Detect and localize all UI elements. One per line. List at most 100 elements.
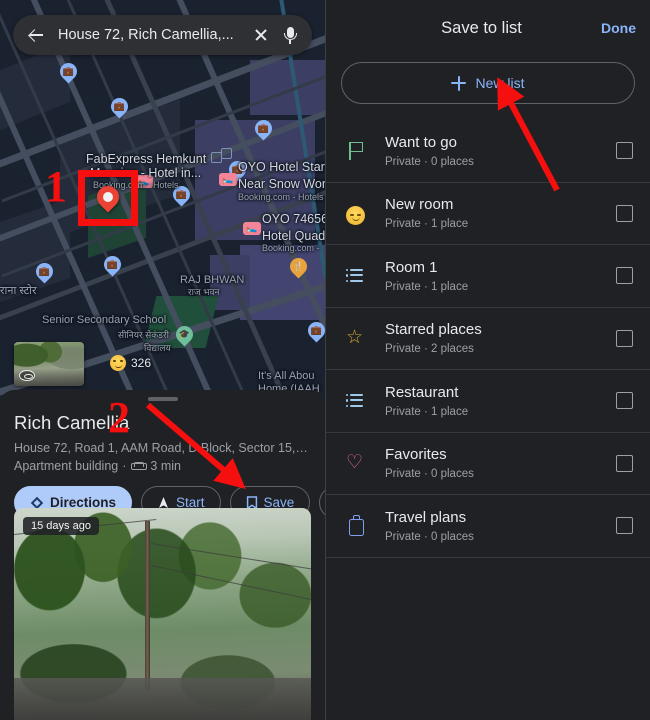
back-arrow-icon[interactable] <box>25 24 47 46</box>
map-label: OYO Hotel Star <box>238 160 325 174</box>
list-item-text: Favorites Private · 0 places <box>385 446 616 480</box>
map-poi-pin[interactable]: 💼 <box>304 318 325 345</box>
star-icon: ☆ <box>346 327 364 349</box>
map-label: It's All Abou <box>258 370 315 382</box>
list-item-text: Restaurant Private · 1 place <box>385 384 616 418</box>
save-to-list-panel: Save to list Done New list Want to go Pri… <box>325 0 650 720</box>
map-label: Mansion - Hotel in... <box>90 166 202 180</box>
map-label: OYO 74656 <box>262 212 325 226</box>
map-poi-pin[interactable]: 💼 <box>56 59 81 86</box>
photo-timestamp-badge: 15 days ago <box>23 517 99 535</box>
list-item[interactable]: ☆ Starred places Private · 2 places <box>326 308 650 370</box>
list-item-checkbox[interactable] <box>616 142 633 160</box>
map-label: RAJ BHWAN <box>180 274 245 286</box>
microphone-icon[interactable] <box>280 24 300 46</box>
map-label: राज भवन <box>188 287 220 297</box>
place-address: House 72, Road 1, AAM Road, D Block, Sec… <box>14 441 311 455</box>
travel-time: 3 min <box>150 459 181 473</box>
list-item-meta: Private · 0 places <box>385 155 474 168</box>
place-category: Apartment building <box>14 459 119 473</box>
map-poi-pin[interactable]: 💼 <box>251 116 276 143</box>
list-item-name: Travel plans <box>385 508 467 526</box>
heart-icon: ♡ <box>346 452 364 474</box>
close-icon[interactable] <box>250 24 272 46</box>
map-label: Booking.com - <box>262 243 320 253</box>
smiley-icon <box>344 201 368 225</box>
map-school-pin[interactable]: 🎓 <box>172 322 197 349</box>
car-icon <box>131 461 148 471</box>
list-item[interactable]: Want to go Private · 0 places <box>326 120 650 183</box>
list-item-meta: Private · 2 places <box>385 343 474 356</box>
list-item-meta: Private · 0 places <box>385 468 474 481</box>
map-poi-pin[interactable]: 💼 <box>32 259 57 286</box>
list-item-checkbox[interactable] <box>616 204 633 222</box>
list-item-text: Starred places Private · 2 places <box>385 321 616 355</box>
list-item-text: Travel plans Private · 0 places <box>385 509 616 543</box>
map-poi-pin[interactable]: 💼 <box>100 252 125 279</box>
pegman-icon <box>19 370 35 381</box>
list-item-name: Room 1 <box>385 258 438 276</box>
list-item-text: Room 1 Private · 1 place <box>385 259 616 293</box>
place-photo[interactable]: 15 days ago <box>14 508 311 720</box>
list-item-name: Favorites <box>385 446 447 464</box>
done-button[interactable]: Done <box>593 14 650 42</box>
app-screen: 💼 💼 💼 💼 💼 💼 💼 💼 🍴 🎓 🛌 🛌 🛌 FabExpress Hem… <box>0 0 650 720</box>
map-restaurant-pin[interactable]: 🍴 <box>286 254 311 281</box>
list-item[interactable]: Travel plans Private · 0 places <box>326 495 650 558</box>
list-item-checkbox[interactable] <box>616 329 633 347</box>
list-item[interactable]: ♡ Favorites Private · 0 places <box>326 433 650 495</box>
list-item-meta: Private · 1 place <box>385 280 469 293</box>
rating-count: 326 <box>131 356 152 370</box>
selected-place-marker[interactable] <box>92 181 124 216</box>
smiley-face-icon <box>110 355 126 371</box>
map-pane[interactable]: 💼 💼 💼 💼 💼 💼 💼 💼 🍴 🎓 🛌 🛌 🛌 FabExpress Hem… <box>0 0 325 720</box>
map-building-icon <box>221 148 232 159</box>
list-item[interactable]: Restaurant Private · 1 place <box>326 370 650 433</box>
flag-icon <box>344 139 368 163</box>
list-item-name: Restaurant <box>385 383 459 401</box>
list-item[interactable]: New room Private · 1 place <box>326 183 650 245</box>
photo-road <box>14 678 311 720</box>
map-rating-badge: 326 <box>110 355 151 371</box>
list-item-meta: Private · 1 place <box>385 405 469 418</box>
search-bar[interactable]: House 72, Rich Camellia,... <box>13 15 312 55</box>
list-item[interactable]: Room 1 Private · 1 place <box>326 245 650 308</box>
list-item-name: Want to go <box>385 133 457 151</box>
map-poi-pin[interactable]: 💼 <box>107 94 132 121</box>
list-item-meta: Private · 0 places <box>385 530 474 543</box>
new-list-label: New list <box>475 75 525 91</box>
suitcase-icon <box>344 514 368 538</box>
plus-icon <box>451 75 467 91</box>
saved-lists: Want to go Private · 0 places New room Priv… <box>326 120 650 558</box>
street-view-thumbnail[interactable] <box>14 342 84 386</box>
list-item-checkbox[interactable] <box>616 267 633 285</box>
search-input[interactable]: House 72, Rich Camellia,... <box>58 27 250 43</box>
list-item-name: New room <box>385 196 454 214</box>
photo-pole <box>144 521 150 692</box>
map-hotel-pin[interactable]: 🛌 <box>243 222 261 235</box>
map-label: Senior Secondary School <box>42 314 167 326</box>
new-list-button[interactable]: New list <box>341 62 635 104</box>
panel-header: Save to list Done <box>326 0 650 56</box>
list-item-text: New room Private · 1 place <box>385 196 616 230</box>
place-info-sheet: Rich Camellia House 72, Road 1, AAM Road… <box>0 390 325 720</box>
list-item-meta: Private · 1 place <box>385 218 469 231</box>
place-meta: Apartment building · 3 min <box>14 459 181 473</box>
list-item-checkbox[interactable] <box>616 517 633 535</box>
map-label: राना स्टोर <box>0 285 37 297</box>
list-item-checkbox[interactable] <box>616 392 633 410</box>
list-item-checkbox[interactable] <box>616 454 633 472</box>
map-label: Booking.com - Hotels <box>238 192 324 202</box>
map-label: Hotel Quadi <box>262 229 325 243</box>
list-icon <box>344 389 368 413</box>
map-block <box>250 60 325 115</box>
sheet-drag-handle[interactable] <box>147 397 178 401</box>
map-label: Near Snow Worl <box>238 177 325 191</box>
map-label: विद्यालय <box>144 343 171 353</box>
list-item-name: Starred places <box>385 321 482 339</box>
list-icon <box>344 264 368 288</box>
page-title: Rich Camellia <box>14 412 130 433</box>
map-hotel-pin[interactable]: 🛌 <box>219 173 237 186</box>
map-label: FabExpress Hemkunt <box>86 152 207 166</box>
map-label: सीनियर सेकंडरी <box>118 330 169 340</box>
